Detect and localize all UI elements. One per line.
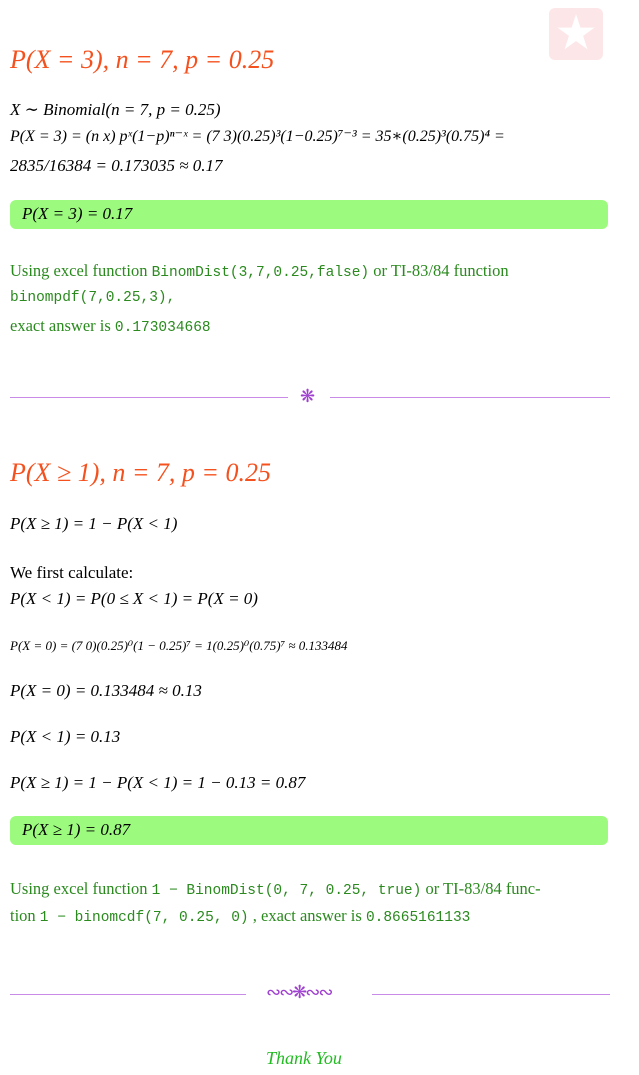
note-text: , exact answer is xyxy=(248,906,366,925)
note-text: tion xyxy=(10,906,40,925)
divider-line xyxy=(372,994,610,995)
answer-1: P(X = 3) = 0.17 xyxy=(22,204,133,223)
note-text: Using excel function xyxy=(10,879,152,898)
p0-value-line: P(X = 0) = 0.133484 ≈ 0.13 xyxy=(10,681,202,700)
divider-line xyxy=(10,994,246,995)
result-calc-line: 2835/16384 = 0.173035 ≈ 0.17 xyxy=(10,156,223,175)
note-text: Using excel function xyxy=(10,261,152,280)
section2-title: P(X ≥ 1), n = 7, p = 0.25 xyxy=(10,458,271,487)
first-calc-label: We first calculate: xyxy=(10,563,134,582)
excel-note-1: Using excel function BinomDist(3,7,0.25,… xyxy=(10,261,509,281)
final-calc-line: P(X ≥ 1) = 1 − P(X < 1) = 1 − 0.13 = 0.8… xyxy=(10,773,306,792)
thank-you: Thank You xyxy=(266,1048,342,1068)
excel-note-2: Using excel function 1 − BinomDist(0, 7,… xyxy=(10,879,541,899)
star-logo-icon: ★ xyxy=(549,8,603,60)
complement-line: P(X ≥ 1) = 1 − P(X < 1) xyxy=(10,514,178,533)
exact-value: 0.8665161133 xyxy=(365,910,471,926)
exact-answer-1: exact answer is 0.173034668 xyxy=(10,316,211,336)
note-text: exact answer is xyxy=(10,316,115,335)
divider-line xyxy=(10,397,288,398)
ornament-icon: ❋ xyxy=(300,386,316,406)
ti-function: 1 − binomcdf(7, 0.25, 0) xyxy=(39,910,249,926)
note-text: or TI-83/84 function xyxy=(369,261,509,280)
answer-box-2: P(X ≥ 1) = 0.87 xyxy=(10,816,608,845)
p-less-line: P(X < 1) = 0.13 xyxy=(10,727,121,746)
note-text: or TI-83/84 func- xyxy=(421,879,541,898)
answer-2: P(X ≥ 1) = 0.87 xyxy=(22,820,131,839)
section1-title: P(X = 3), n = 7, p = 0.25 xyxy=(10,45,275,74)
equivalence-line: P(X < 1) = P(0 ≤ X < 1) = P(X = 0) xyxy=(10,589,258,608)
excel-function: 1 − BinomDist(0, 7, 0.25, true) xyxy=(151,883,422,899)
divider-line xyxy=(330,397,610,398)
ti-note-2: tion 1 − binomcdf(7, 0.25, 0) , exact an… xyxy=(10,906,470,926)
distribution-line: X ∼ Binomial(n = 7, p = 0.25) xyxy=(10,100,221,119)
p0-formula-line: P(X = 0) = (7 0)(0.25)⁰(1 − 0.25)⁷ = 1(0… xyxy=(10,638,348,653)
answer-box-1: P(X = 3) = 0.17 xyxy=(10,200,608,229)
excel-function: BinomDist(3,7,0.25,false) xyxy=(151,265,370,281)
exact-value: 0.173034668 xyxy=(114,320,211,336)
ornament-icon: ∾∾❋∾∾ xyxy=(266,982,333,1002)
formula-line: P(X = 3) = (n x) pˣ(1−p)ⁿ⁻ˣ = (7 3)(0.25… xyxy=(10,128,505,145)
ti-function: binompdf(7,0.25,3), xyxy=(10,290,176,306)
